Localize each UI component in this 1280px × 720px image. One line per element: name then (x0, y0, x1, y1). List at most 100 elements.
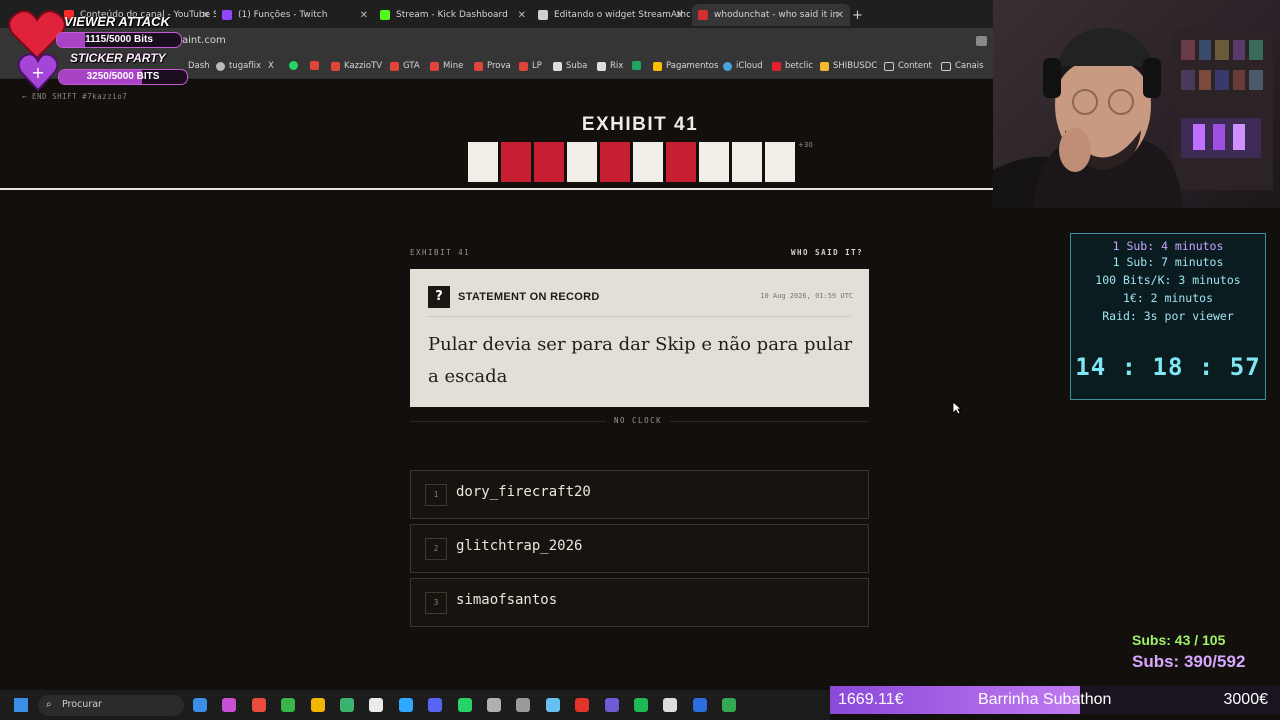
vote-cell (765, 142, 795, 182)
bookmark-suba[interactable]: Suba (553, 61, 587, 71)
vote-cell (666, 142, 696, 182)
taskbar-app-icon[interactable] (575, 698, 590, 712)
bookmark-whatsapp[interactable] (289, 61, 302, 70)
divider (0, 188, 993, 190)
taskbar-app-icon[interactable] (310, 698, 325, 712)
taskbar-search[interactable]: ⌕ Procurar (38, 695, 184, 716)
twitch-icon (222, 10, 232, 20)
taskbar-app-icon[interactable] (369, 698, 384, 712)
answer-option-1[interactable]: 1 dory_firecraft20 (410, 470, 869, 519)
chart-icon (390, 61, 399, 71)
search-icon: ⌕ (46, 699, 52, 710)
question-icon: ? (428, 286, 450, 308)
tab-twitch[interactable]: (1) Funções - Twitch ✕ (216, 4, 374, 26)
chart-icon (310, 61, 319, 70)
countdown-clock: 14 : 18 : 57 (1075, 353, 1261, 381)
statement-card: ? STATEMENT ON RECORD 10 Aug 2026, 01:59… (410, 269, 869, 407)
taskbar-app-icon[interactable] (340, 698, 354, 712)
taskbar-app-icon[interactable] (193, 698, 207, 712)
taskbar-app-icon[interactable] (222, 698, 237, 712)
bits-progress-label: 1115/5000 Bits (85, 34, 153, 45)
who-said-it-label: WHO SAID IT? (791, 248, 864, 257)
plus-heart-icon: + (18, 53, 58, 92)
webcam-feed (993, 0, 1280, 208)
taskbar-app-icon[interactable] (251, 698, 266, 712)
vote-cell (567, 142, 597, 182)
answer-option-3[interactable]: 3 simaofsantos (410, 578, 869, 627)
subathon-bar: 1669.11€ Barrinha Subathon 3000€ (830, 686, 1280, 714)
taskbar-app-icon[interactable] (281, 698, 296, 712)
exhibit-label: EXHIBIT 41 (410, 248, 471, 257)
folder-icon (884, 61, 894, 71)
kick-icon (380, 10, 390, 20)
windows-start-icon[interactable] (14, 698, 28, 712)
subs-counter: Subs: 43 / 105 (1132, 632, 1226, 648)
globe-icon (216, 61, 225, 71)
streamer-image (993, 28, 1273, 208)
bookmark-icloud[interactable]: iCloud (723, 61, 763, 71)
bookmark-mine[interactable]: Mine (430, 61, 463, 71)
tab-kick[interactable]: Stream - Kick Dashboard ✕ (374, 4, 532, 26)
tab-title: (1) Funções - Twitch (238, 10, 328, 20)
close-icon[interactable]: ✕ (836, 10, 844, 21)
option-number: 3 (425, 592, 447, 614)
sticker-party-title: STICKER PARTY (70, 51, 166, 65)
taskbar-app-icon[interactable] (398, 698, 413, 712)
taskbar-app-icon[interactable] (487, 698, 501, 712)
web-icon (538, 10, 548, 20)
option-name: simaofsantos (456, 592, 558, 608)
new-tab-button[interactable]: + (852, 4, 872, 26)
whodunchat-icon (698, 10, 708, 20)
divider (428, 316, 851, 317)
taskbar-app-icon[interactable] (516, 698, 531, 712)
close-icon[interactable]: ✕ (360, 10, 368, 21)
tab-streamathon[interactable]: Editando o widget StreamAthon ✕ (532, 4, 690, 26)
statement-timestamp: 10 Aug 2026, 01:59 UTC (760, 292, 853, 300)
chart-icon (331, 61, 340, 71)
bookmark-lp[interactable]: LP (519, 61, 542, 71)
timer-rule: 1 Sub: 7 minutos (1112, 255, 1224, 269)
bookmark-drive[interactable] (632, 61, 645, 70)
taskbar-app-icon[interactable] (692, 698, 707, 712)
tab-whodunchat[interactable]: whodunchat - who said it in ✕ (692, 4, 850, 26)
tab-title: Stream - Kick Dashboard (396, 10, 508, 20)
answer-option-2[interactable]: 2 glitchtrap_2026 (410, 524, 869, 573)
close-icon[interactable]: ✕ (202, 10, 210, 21)
bookmark-gta[interactable]: GTA (390, 61, 420, 71)
bookmark-canais[interactable]: Canais (941, 61, 984, 71)
timer-rule: 100 Bits/K: 3 minutos (1095, 273, 1241, 287)
viewer-attack-widget: VIEWER ATTACK 1115/5000 Bits + STICKER P… (8, 6, 198, 94)
bookmark-pagamentos[interactable]: Pagamentos (653, 61, 718, 71)
taskbar-app-icon[interactable] (545, 698, 560, 712)
timer-rule: 1 Sub: 4 minutos (1112, 239, 1224, 253)
strip-more-count: +30 (798, 141, 813, 149)
timer-rule: Raid: 3s por viewer (1102, 309, 1234, 323)
taskbar-app-icon[interactable] (634, 698, 648, 712)
statement-label: STATEMENT ON RECORD (458, 291, 600, 303)
bookmark-rix[interactable]: Rix (597, 61, 623, 71)
bookmark-x[interactable]: X (268, 61, 274, 71)
diamond-icon (597, 61, 606, 71)
bookmark-betclic[interactable]: betclic (772, 61, 813, 71)
close-icon[interactable]: ✕ (676, 10, 684, 21)
bookmark-shibusdc[interactable]: SHIBUSDC (820, 61, 877, 71)
taskbar-app-icon[interactable] (722, 698, 737, 712)
svg-text:+: + (31, 63, 44, 82)
bookmark-tugaflix[interactable]: tugaflix (216, 61, 261, 71)
bookmark-content[interactable]: Content (884, 61, 932, 71)
vote-cell (600, 142, 630, 182)
bits-progress: 1115/5000 Bits (56, 32, 182, 48)
bookmark-chart[interactable] (310, 61, 323, 70)
bookmark-prova[interactable]: Prova (474, 61, 511, 71)
statement-text: Pular devia ser para dar Skip e não para… (428, 334, 853, 387)
taskbar-app-icon[interactable] (428, 698, 443, 712)
taskbar: ⌕ Procurar (0, 690, 830, 720)
taskbar-app-icon[interactable] (663, 698, 678, 712)
taskbar-app-icon[interactable] (457, 698, 472, 712)
binance-icon (820, 61, 829, 71)
vote-cell (732, 142, 762, 182)
translate-icon[interactable] (976, 36, 987, 46)
close-icon[interactable]: ✕ (518, 10, 526, 21)
taskbar-app-icon[interactable] (604, 698, 619, 712)
bookmark-kazziotv[interactable]: KazzioTV (331, 61, 382, 71)
